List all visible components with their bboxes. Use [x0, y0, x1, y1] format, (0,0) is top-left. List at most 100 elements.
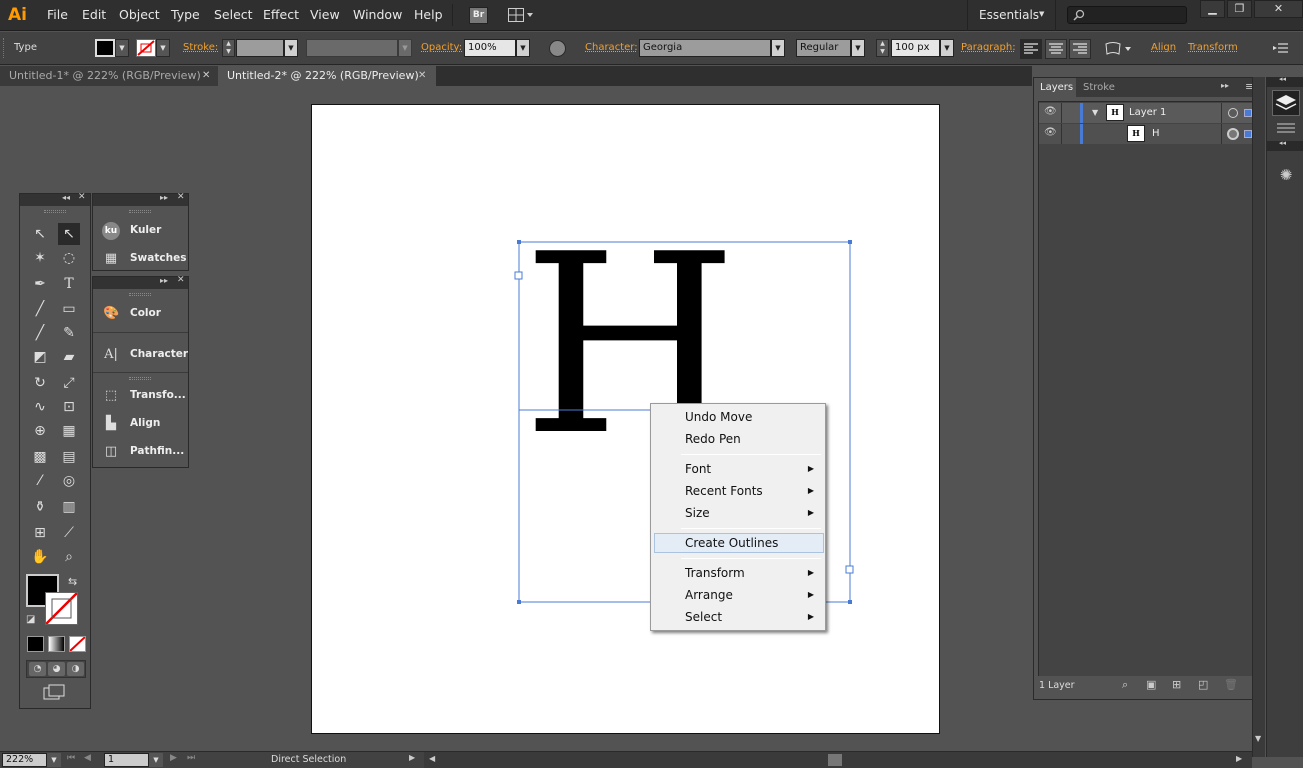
menu-type[interactable]: Type [171, 7, 200, 22]
expand-icon[interactable]: ◂◂ [1279, 75, 1286, 83]
dock-header[interactable]: ◂◂ [1267, 139, 1303, 151]
stroke-color-swatch[interactable] [45, 592, 78, 625]
tab-untitled-2[interactable]: Untitled-2* @ 222% (RGB/Preview) ✕ [218, 66, 436, 86]
stroke-dropdown[interactable]: ▼ [156, 39, 170, 57]
tab-stroke[interactable]: Stroke [1077, 78, 1122, 97]
scale-tool-icon[interactable]: ⤢ [58, 372, 80, 394]
default-colors-icon[interactable]: ◪ [26, 614, 35, 625]
warp-tool-icon[interactable]: ∿ [29, 396, 51, 418]
font-style-dropdown[interactable]: ▼ [851, 39, 865, 57]
arrange-documents-icon[interactable] [508, 8, 535, 23]
next-artboard-icon[interactable]: ▶ [170, 753, 177, 763]
selection-indicator[interactable] [1244, 109, 1252, 117]
type-tool-icon[interactable]: T [58, 273, 80, 295]
dock-header[interactable]: ◂◂ [1267, 75, 1303, 87]
close-icon[interactable]: ✕ [418, 66, 426, 86]
collapse-icon[interactable]: ◂◂ [62, 193, 70, 202]
target-icon[interactable] [1227, 128, 1239, 140]
grip-icon[interactable] [3, 38, 6, 58]
last-artboard-icon[interactable]: ⏭ [187, 753, 195, 763]
panel-button-swatches[interactable]: ▦ Swatches [93, 245, 189, 273]
fill-dropdown[interactable]: ▼ [115, 39, 129, 57]
perspective-grid-tool-icon[interactable]: ▦ [58, 420, 80, 442]
screen-mode-icon[interactable] [42, 684, 67, 701]
eye-icon[interactable]: 👁 [1044, 127, 1057, 138]
font-size-field[interactable]: 100 px [891, 39, 940, 57]
hand-tool-icon[interactable]: ✋ [29, 546, 51, 568]
restore-button[interactable]: ❐ [1227, 0, 1252, 18]
panel-menu-icon[interactable] [1272, 41, 1290, 55]
rectangle-tool-icon[interactable]: ▭ [58, 298, 80, 320]
rotate-tool-icon[interactable]: ↻ [29, 372, 51, 394]
gradient-tool-icon[interactable]: ▤ [58, 446, 80, 468]
sublayer-name[interactable]: H [1152, 128, 1160, 139]
line-tool-icon[interactable]: ╱ [29, 298, 51, 320]
transform-link[interactable]: Transform [1188, 42, 1238, 53]
align-center-button[interactable] [1045, 39, 1067, 59]
shape-builder-tool-icon[interactable]: ⊕ [29, 420, 51, 442]
eye-icon[interactable]: 👁 [1044, 106, 1057, 117]
blend-tool-icon[interactable]: ◎ [58, 470, 80, 492]
workspace-switcher[interactable]: Essentials ▼ [967, 0, 1056, 31]
scroll-thumb[interactable] [828, 754, 842, 766]
stroke-weight-dropdown[interactable]: ▼ [284, 39, 298, 57]
expand-icon[interactable]: ▸▸ [160, 276, 168, 285]
fill-swatch[interactable] [95, 39, 115, 57]
align-link[interactable]: Align [1151, 42, 1176, 53]
color-mode-button[interactable] [27, 636, 44, 652]
font-style-field[interactable]: Regular [796, 39, 851, 57]
selection-tool-icon[interactable]: ↖ [29, 223, 51, 245]
zoom-field[interactable]: 222% [2, 753, 47, 767]
menu-item-select[interactable]: Select ▶ [651, 607, 825, 627]
collapse-icon[interactable]: ▸▸ [1221, 81, 1229, 90]
horizontal-scrollbar[interactable]: ◀ ▶ [424, 752, 1252, 768]
disclosure-triangle-icon[interactable]: ▼ [1092, 108, 1098, 117]
scroll-left-icon[interactable]: ◀ [429, 754, 435, 763]
close-button[interactable]: ✕ [1254, 0, 1303, 18]
mesh-tool-icon[interactable]: ▩ [29, 446, 51, 468]
variable-width-field[interactable] [306, 39, 398, 57]
expand-icon[interactable]: ◂◂ [1279, 139, 1286, 147]
panel-header[interactable]: ▸▸ ✕ [93, 275, 188, 289]
previous-artboard-icon[interactable]: ◀ [84, 753, 91, 763]
gradient-mode-button[interactable] [48, 636, 65, 652]
envelope-warp-icon[interactable] [1104, 41, 1134, 57]
menu-help[interactable]: Help [414, 7, 443, 22]
font-family-field[interactable]: Georgia [639, 39, 771, 57]
stroke-weight-field[interactable] [236, 39, 284, 57]
panel-header[interactable]: ▸▸ ✕ [93, 192, 188, 206]
close-icon[interactable]: ✕ [78, 192, 86, 202]
panel-button-kuler[interactable]: ku Kuler [93, 217, 189, 245]
panel-button-color[interactable]: 🎨 Color [93, 300, 189, 328]
clipping-mask-icon[interactable]: ▣ [1146, 678, 1156, 691]
direct-selection-tool-icon[interactable]: ↖ [58, 223, 80, 245]
artboard-field[interactable]: 1 [104, 753, 149, 767]
vertical-scrollbar[interactable]: ▼ [1252, 77, 1265, 757]
font-size-stepper[interactable]: ▲ ▼ [876, 39, 889, 57]
draw-inside-icon[interactable]: ◑ [67, 662, 84, 676]
selection-indicator[interactable] [1244, 130, 1252, 138]
stroke-swatch[interactable] [136, 39, 156, 57]
zoom-dropdown[interactable]: ▼ [47, 753, 61, 767]
menu-item-arrange[interactable]: Arrange ▶ [651, 585, 825, 605]
layer-name[interactable]: Layer 1 [1129, 107, 1166, 118]
grip-icon[interactable] [129, 210, 151, 213]
align-right-button[interactable] [1069, 39, 1091, 59]
swap-colors-icon[interactable]: ⇆ [68, 575, 77, 588]
scroll-down-icon[interactable]: ▼ [1255, 734, 1261, 743]
stroke-label[interactable]: Stroke: [183, 42, 218, 53]
column-graph-tool-icon[interactable]: ▥ [58, 496, 80, 518]
magic-wand-tool-icon[interactable]: ✶ [29, 247, 51, 269]
panel-button-align[interactable]: ▙ Align [93, 410, 189, 438]
slice-tool-icon[interactable]: ⟋ [58, 522, 80, 544]
scroll-right-icon[interactable]: ▶ [1236, 754, 1242, 763]
close-icon[interactable]: ✕ [177, 275, 185, 285]
layers-dock-button[interactable] [1272, 90, 1300, 116]
menu-window[interactable]: Window [353, 7, 402, 22]
artboard-dropdown[interactable]: ▼ [149, 753, 163, 767]
font-family-dropdown[interactable]: ▼ [771, 39, 785, 57]
menu-item-redo-pen[interactable]: Redo Pen [651, 429, 825, 449]
sublayer-row[interactable]: 👁 H H [1039, 124, 1258, 144]
menu-object[interactable]: Object [119, 7, 160, 22]
tab-layers[interactable]: Layers [1034, 78, 1076, 97]
